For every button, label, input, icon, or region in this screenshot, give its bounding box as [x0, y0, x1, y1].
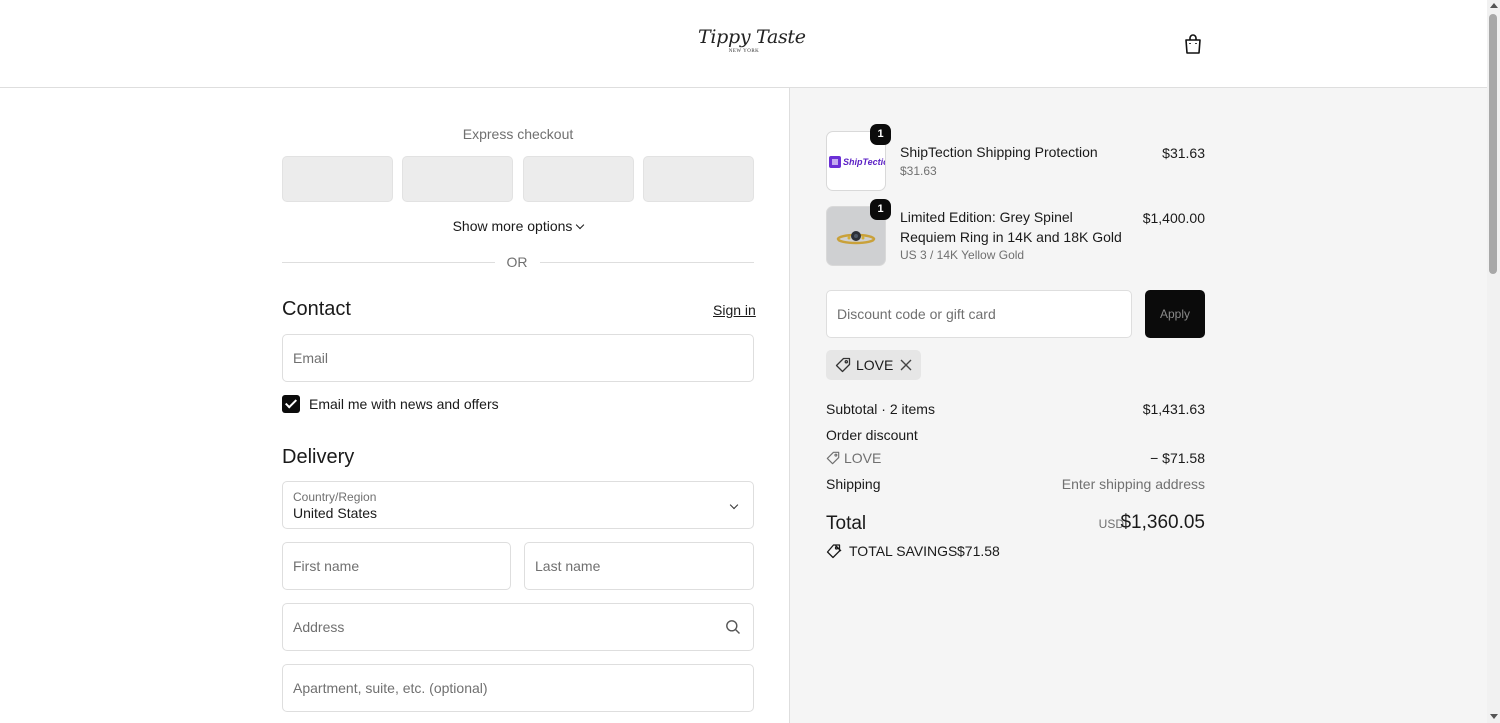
country-select[interactable]: Country/Region United States	[282, 481, 754, 529]
show-more-label: Show more options	[452, 218, 573, 234]
sign-in-link[interactable]: Sign in	[713, 302, 756, 318]
subtotal-label: Subtotal · 2 items	[826, 401, 935, 417]
total-savings-label: TOTAL SAVINGS	[849, 543, 958, 559]
address-field[interactable]: Address	[282, 603, 754, 651]
express-pay-button-3[interactable]	[523, 156, 634, 202]
shiptection-thumbnail: ShipTection 1	[826, 124, 895, 191]
email-field[interactable]: Email	[282, 334, 754, 382]
discount-code-field[interactable]: Discount code or gift card	[826, 290, 1132, 338]
apartment-field[interactable]: Apartment, suite, etc. (optional)	[282, 664, 754, 712]
express-checkout-title: Express checkout	[462, 126, 574, 142]
store-logo[interactable]: Tippy Taste NEW YORK	[698, 26, 806, 54]
express-pay-button-2[interactable]	[402, 156, 513, 202]
item-name: Limited Edition: Grey Spinel Requiem Rin…	[900, 209, 1122, 245]
contact-heading: Contact	[282, 298, 351, 320]
news-offers-label: Email me with news and offers	[309, 396, 499, 412]
discount-code-label: LOVE	[844, 450, 882, 466]
total-savings-value: $71.58	[957, 543, 1000, 559]
news-offers-checkbox[interactable]	[282, 395, 300, 413]
country-label: Country/Region	[293, 490, 377, 504]
tag-icon	[826, 451, 840, 465]
divider-left	[282, 262, 495, 263]
discount-value: − $71.58	[1150, 450, 1205, 466]
address-placeholder: Address	[293, 619, 345, 635]
express-pay-button-4[interactable]	[643, 156, 754, 202]
express-pay-button-1[interactable]	[282, 156, 393, 202]
item-name: ShipTection Shipping Protection	[900, 144, 1098, 160]
delivery-heading: Delivery	[282, 446, 355, 468]
tag-icon	[835, 357, 851, 373]
first-name-placeholder: First name	[293, 558, 360, 574]
show-more-options-button[interactable]: Show more options	[282, 218, 754, 234]
applied-code-text: LOVE	[856, 357, 894, 373]
savings-tag-icon	[826, 543, 842, 559]
item-price: $31.63	[1162, 145, 1205, 161]
chevron-down-icon	[576, 220, 585, 230]
total-label: Total	[826, 513, 867, 534]
item-variant: $31.63	[900, 164, 937, 178]
item-quantity-badge: 1	[870, 199, 891, 220]
chevron-down-icon	[729, 500, 739, 510]
scroll-thumb[interactable]	[1489, 14, 1497, 274]
discount-placeholder: Discount code or gift card	[837, 306, 996, 322]
logo-subtitle: NEW YORK	[728, 49, 760, 54]
item-variant: US 3 / 14K Yellow Gold	[900, 248, 1025, 262]
apply-discount-button[interactable]: Apply	[1145, 290, 1205, 338]
item-price: $1,400.00	[1142, 210, 1205, 226]
country-value: United States	[293, 505, 378, 521]
last-name-field[interactable]: Last name	[524, 542, 754, 590]
item-quantity-badge: 1	[870, 124, 891, 145]
email-placeholder: Email	[293, 350, 329, 366]
total-value: $1,360.05	[1120, 512, 1205, 533]
divider-right	[540, 262, 754, 263]
close-icon[interactable]	[899, 358, 913, 372]
site-header: Tippy Taste NEW YORK	[0, 0, 1487, 88]
shopping-bag-icon[interactable]	[1181, 32, 1205, 56]
shipping-value: Enter shipping address	[1061, 476, 1205, 492]
scroll-down-arrow-icon[interactable]	[1490, 714, 1498, 719]
scroll-up-arrow-icon[interactable]	[1490, 3, 1498, 8]
or-divider-text: OR	[506, 254, 528, 270]
apartment-placeholder: Apartment, suite, etc. (optional)	[293, 680, 488, 696]
first-name-field[interactable]: First name	[282, 542, 511, 590]
order-discount-label: Order discount	[826, 427, 918, 443]
shiptection-logo-text: ShipTection	[843, 157, 885, 167]
last-name-placeholder: Last name	[535, 558, 601, 574]
search-icon	[725, 619, 741, 635]
applied-discount-chip: LOVE	[826, 350, 921, 380]
subtotal-value: $1,431.63	[1142, 401, 1205, 417]
logo-wordmark: Tippy Taste	[698, 26, 806, 48]
ring-thumbnail: 1	[826, 199, 891, 266]
page-scrollbar[interactable]	[1487, 0, 1500, 723]
shipping-label: Shipping	[826, 476, 881, 492]
